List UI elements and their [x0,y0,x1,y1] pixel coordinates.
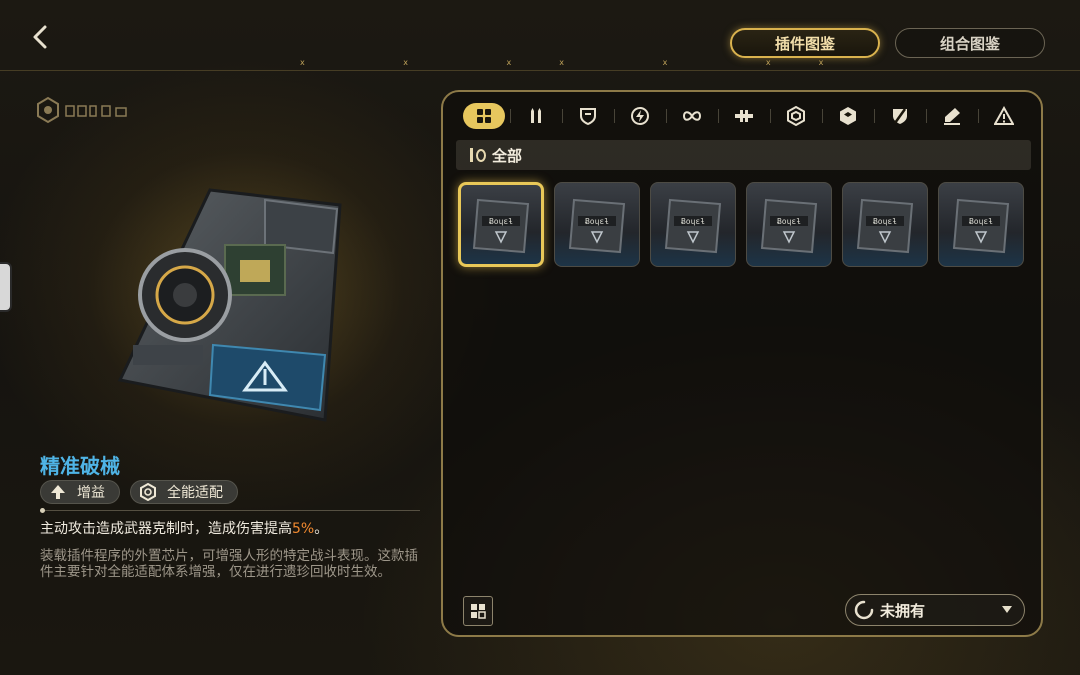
plugin-chip-image [115,185,350,425]
layout-toggle-button[interactable] [463,596,493,626]
lightning-icon [631,107,649,125]
effect-text: 主动攻击造成武器克制时，造成伤害提高 [40,521,292,537]
plugin-chip-icon: Ƀoɥɛƚ [568,198,626,253]
side-edge-tab[interactable] [0,262,12,312]
category-hex-solid[interactable] [822,101,874,131]
category-shield[interactable] [562,101,614,131]
svg-text:Ƀoɥɛƚ: Ƀoɥɛƚ [489,217,513,226]
plugin-chip-icon: Ƀoɥɛƚ [472,198,530,253]
tab-combo-codex[interactable]: 组合图鉴 [895,28,1045,58]
chevron-left-icon [33,25,47,49]
hexagon-solid-icon [840,107,856,125]
svg-text:Ƀoɥɛƚ: Ƀoɥɛƚ [681,217,705,226]
filter-circle-mark [476,148,486,162]
info-divider [40,510,420,511]
svg-text:Ƀoɥɛƚ: Ƀoɥɛƚ [777,217,801,226]
grid-icon [463,103,505,129]
tag-adapt: 全能适配 [130,480,238,504]
slash-shield-icon [893,108,907,124]
plugin-card[interactable]: Ƀoɥɛƚ [746,182,832,267]
grid-layout-icon [471,604,486,619]
shield-emblem-icon [580,108,596,126]
filter-label: 全部 [492,146,523,165]
codex-panel [441,90,1043,637]
svg-text:Ƀoɥɛƚ: Ƀoɥɛƚ [969,217,993,226]
plugin-grid: Ƀoɥɛƚ Ƀoɥɛƚ Ƀoɥɛƚ Ƀoɥɛƚ Ƀoɥɛƚ Ƀoɥɛƚ [458,182,1024,267]
header-marks: x x xx x xx [300,58,872,67]
filter-header: 全部 [456,140,1031,170]
plugin-card[interactable]: Ƀoɥɛƚ [554,182,640,267]
hexagon-ring-icon [139,483,157,501]
plugin-card[interactable]: Ƀoɥɛƚ [458,182,544,267]
category-pen[interactable] [926,101,978,131]
category-infinity[interactable] [666,101,718,131]
tag-buff-label: 增益 [77,485,105,501]
caret-down-icon [1002,606,1012,613]
filter-mark [470,148,473,162]
plugin-card[interactable]: Ƀoɥɛƚ [938,182,1024,267]
tab-plugin-codex-label: 插件图鉴 [774,34,835,53]
arrow-up-icon [49,483,67,501]
plugin-card[interactable]: Ƀoɥɛƚ [842,182,928,267]
ownership-dropdown[interactable]: 未拥有 [845,594,1025,626]
tab-plugin-codex[interactable]: 插件图鉴 [730,28,880,58]
wide-symbol-icon [735,110,753,122]
effect-value: 5% [292,521,315,537]
tag-buff: 增益 [40,480,120,504]
plugin-chip-icon: Ƀoɥɛƚ [856,198,914,253]
divider-dot [40,508,45,513]
plugin-card[interactable]: Ƀoɥɛƚ [650,182,736,267]
plugin-name: 精准破械 [40,454,120,478]
pen-icon [944,108,960,125]
tag-adapt-label: 全能适配 [167,485,223,501]
svg-text:Ƀoɥɛƚ: Ƀoɥɛƚ [873,217,897,226]
header-divider [0,70,1080,71]
infinity-icon [682,111,702,121]
ammo-icon [531,108,541,123]
plugin-effect: 主动攻击造成武器克制时，造成伤害提高5%。 [40,518,328,538]
back-button[interactable] [26,22,54,52]
plugin-chip-icon: Ƀoɥɛƚ [760,198,818,253]
brand-logo [36,96,136,124]
category-warning[interactable] [978,101,1030,131]
loading-ring-icon [854,600,874,620]
plugin-chip-icon: Ƀoɥɛƚ [664,198,722,253]
plugin-chip-icon: Ƀoɥɛƚ [952,198,1010,253]
plugin-description: 装载插件程序的外置芯片，可增强人形的特定战斗表现。这款插件主要针对全能适配体系增… [40,548,418,580]
category-lightning[interactable] [614,101,666,131]
ownership-label: 未拥有 [880,601,926,620]
category-hex-ring[interactable] [770,101,822,131]
svg-text:Ƀoɥɛƚ: Ƀoɥɛƚ [585,217,609,226]
category-bar [458,101,1030,131]
tab-combo-codex-label: 组合图鉴 [939,34,1000,53]
plugin-tags: 增益 全能适配 [40,480,238,504]
category-slash-shield[interactable] [874,101,926,131]
hexagon-ring-icon [787,106,805,126]
category-wide[interactable] [718,101,770,131]
warning-icon [994,106,1014,125]
effect-suffix: 。 [314,521,329,537]
category-all[interactable] [458,101,510,131]
category-ammo[interactable] [510,101,562,131]
